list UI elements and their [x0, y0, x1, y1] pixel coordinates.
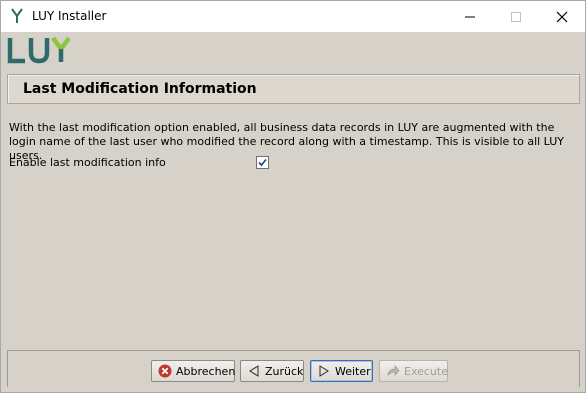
installer-window: LUY Installer Last Modification Informat… — [0, 0, 586, 393]
enable-last-modification-checkbox[interactable] — [256, 156, 269, 169]
section-header: Last Modification Information — [7, 74, 580, 104]
maximize-button[interactable] — [493, 1, 539, 32]
maximize-icon — [511, 12, 521, 22]
back-button[interactable]: Zurück — [240, 360, 304, 382]
minimize-icon — [465, 16, 475, 18]
close-button[interactable] — [539, 1, 585, 32]
execute-icon — [387, 364, 400, 377]
luy-logo — [7, 35, 73, 65]
back-button-label: Zurück — [265, 365, 304, 378]
window-title: LUY Installer — [32, 9, 107, 23]
page-title: Last Modification Information — [23, 81, 257, 97]
checkmark-icon — [258, 158, 267, 167]
cancel-icon — [158, 364, 172, 378]
execute-button-label: Execute — [404, 365, 448, 378]
enable-last-modification-label: Enable last modification info — [9, 156, 166, 169]
execute-button[interactable]: Execute — [379, 360, 448, 382]
arrow-right-icon — [319, 365, 329, 377]
cancel-button-label: Abbrechen — [176, 365, 236, 378]
app-logo-icon — [10, 7, 24, 25]
title-bar: LUY Installer — [1, 1, 585, 32]
cancel-button[interactable]: Abbrechen — [151, 360, 235, 382]
minimize-button[interactable] — [447, 1, 493, 32]
button-bar: Abbrechen Zurück Weiter Execute — [7, 350, 580, 387]
close-icon — [556, 11, 568, 23]
next-button[interactable]: Weiter — [310, 360, 373, 382]
arrow-left-icon — [249, 365, 259, 377]
next-button-label: Weiter — [335, 365, 371, 378]
status-strip — [1, 387, 585, 392]
